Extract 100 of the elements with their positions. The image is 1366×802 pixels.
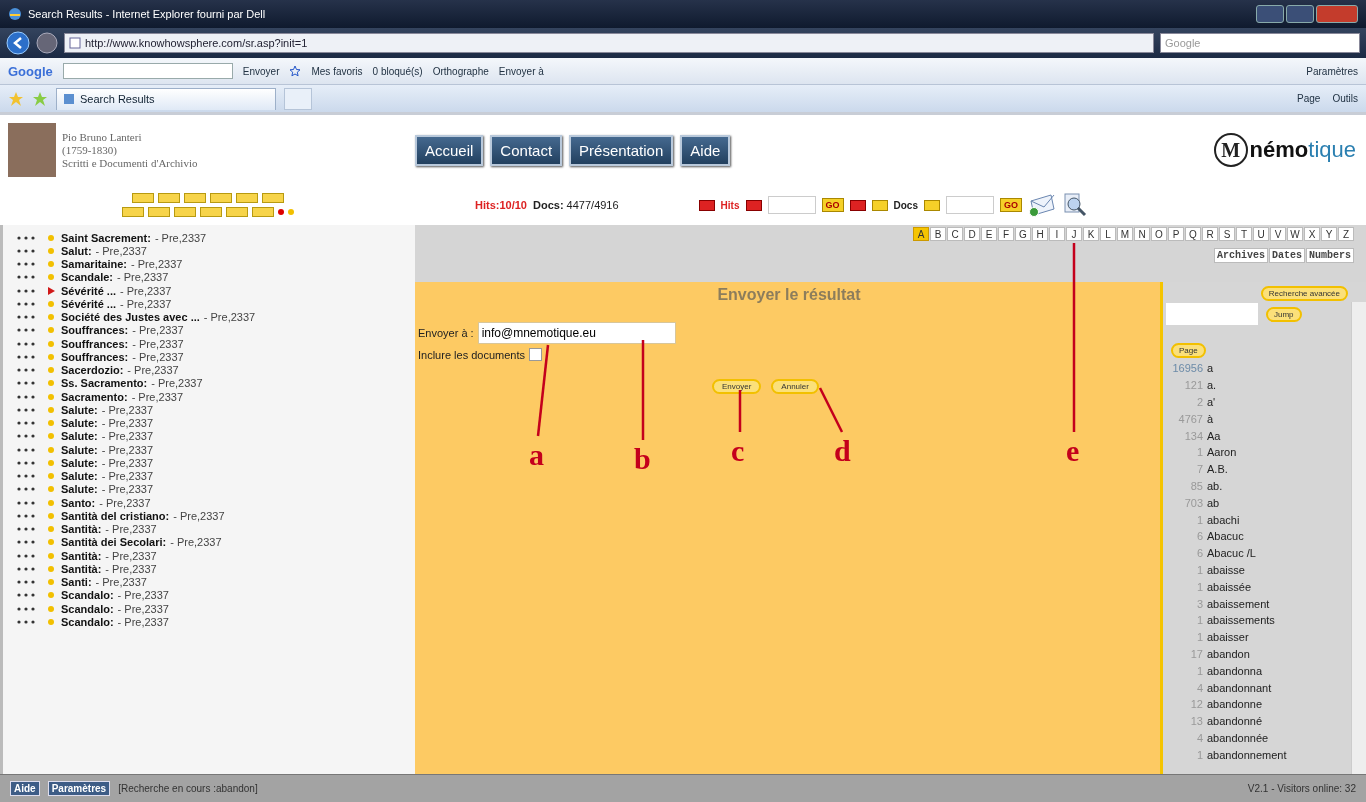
magnifier-icon[interactable] <box>1062 192 1088 218</box>
doc-number-field[interactable] <box>946 196 994 214</box>
index-entry[interactable]: Abacuc /L <box>1207 547 1256 560</box>
tool-button[interactable] <box>131 193 154 203</box>
tool-button[interactable] <box>157 193 180 203</box>
letter-tab[interactable]: M <box>1117 227 1133 241</box>
result-link[interactable]: Scandalo: <box>61 589 114 602</box>
popup-blocker[interactable]: 0 bloqué(s) <box>372 65 423 77</box>
more-icon[interactable] <box>17 328 35 333</box>
letter-tab[interactable]: Y <box>1321 227 1337 241</box>
index-entry[interactable]: abaissée <box>1207 580 1252 593</box>
result-link[interactable]: Salute: <box>61 403 98 416</box>
more-icon[interactable] <box>17 288 35 293</box>
more-icon[interactable] <box>17 474 35 479</box>
view-tab[interactable]: Archives <box>1213 248 1268 263</box>
more-icon[interactable] <box>17 606 35 611</box>
send-to-menu[interactable]: Envoyer à <box>498 65 544 77</box>
cancel-button[interactable]: Annuler <box>771 379 819 394</box>
more-icon[interactable] <box>17 487 35 492</box>
result-link[interactable]: Société des Justes avec ... <box>61 311 200 324</box>
result-link[interactable]: Sacerdozio: <box>61 364 124 377</box>
letter-tab[interactable]: U <box>1253 227 1269 241</box>
index-entry[interactable]: abandonnée <box>1207 731 1269 744</box>
index-entry[interactable]: abandonnement <box>1207 748 1287 761</box>
result-link[interactable]: Santità: <box>61 549 102 562</box>
index-entry[interactable]: a <box>1207 362 1214 375</box>
index-entry[interactable]: ab <box>1207 496 1220 509</box>
index-entry[interactable]: abandonné <box>1207 715 1263 728</box>
more-icon[interactable] <box>17 394 35 399</box>
scrollbar[interactable] <box>1351 302 1366 774</box>
settings-button[interactable]: Paramètres <box>47 781 111 796</box>
result-link[interactable]: Saint Sacrement: <box>61 231 151 244</box>
letter-tab[interactable]: P <box>1168 227 1184 241</box>
result-link[interactable]: Salute: <box>61 483 98 496</box>
first-doc-button[interactable] <box>849 199 866 211</box>
index-entry[interactable]: A.B. <box>1207 463 1228 476</box>
result-link[interactable]: Samaritaine: <box>61 258 128 271</box>
more-icon[interactable] <box>17 619 35 624</box>
hit-number-field[interactable] <box>767 196 816 214</box>
letter-tab[interactable]: K <box>1083 227 1099 241</box>
view-tab[interactable]: Dates <box>1268 248 1305 263</box>
tool-button[interactable] <box>121 207 144 217</box>
index-entry[interactable]: abachi <box>1207 513 1240 526</box>
letter-tab[interactable]: S <box>1219 227 1235 241</box>
letter-tab[interactable]: E <box>981 227 997 241</box>
first-hit-button[interactable] <box>698 199 715 211</box>
result-link[interactable]: Scandalo: <box>61 615 114 628</box>
tool-button[interactable] <box>225 207 248 217</box>
letter-tab[interactable]: O <box>1151 227 1167 241</box>
letter-tab[interactable]: F <box>998 227 1014 241</box>
result-link[interactable]: Santo: <box>61 496 96 509</box>
more-icon[interactable] <box>17 421 35 426</box>
nav-button[interactable]: Présentation <box>569 134 674 166</box>
letter-tab[interactable]: W <box>1287 227 1303 241</box>
more-icon[interactable] <box>17 460 35 465</box>
more-icon[interactable] <box>17 301 35 306</box>
result-link[interactable]: Souffrances: <box>61 324 129 337</box>
letter-tab[interactable]: C <box>947 227 963 241</box>
more-icon[interactable] <box>17 315 35 320</box>
command-menu[interactable]: Page <box>1297 93 1321 104</box>
more-icon[interactable] <box>17 540 35 545</box>
result-link[interactable]: Salute: <box>61 417 98 430</box>
help-button[interactable]: Aide <box>10 781 40 796</box>
search-field[interactable]: Google <box>1160 33 1360 53</box>
index-entry[interactable]: abandonnant <box>1207 681 1272 694</box>
tool-button[interactable] <box>147 207 170 217</box>
prev-doc-button[interactable] <box>871 199 888 211</box>
index-entry[interactable]: abaissements <box>1207 614 1275 627</box>
index-entry[interactable]: abandon <box>1207 647 1250 660</box>
result-link[interactable]: Scandalo: <box>61 602 114 615</box>
letter-tab[interactable]: L <box>1100 227 1116 241</box>
maximize-button[interactable] <box>1286 5 1314 23</box>
result-link[interactable]: Souffrances: <box>61 337 129 350</box>
more-icon[interactable] <box>17 500 35 505</box>
browser-tab[interactable]: Search Results <box>56 87 276 110</box>
more-icon[interactable] <box>17 341 35 346</box>
spelling-menu[interactable]: Orthographe <box>432 65 489 77</box>
index-entry[interactable]: abandonna <box>1207 664 1263 677</box>
tool-button[interactable] <box>235 193 258 203</box>
tool-button[interactable] <box>209 193 232 203</box>
result-link[interactable]: Ss. Sacramento: <box>61 377 148 390</box>
jump-field[interactable] <box>1166 303 1258 325</box>
index-entry[interactable]: abaisse <box>1207 563 1245 576</box>
command-menu[interactable]: Outils <box>1332 93 1358 104</box>
next-hit-button[interactable] <box>745 199 762 211</box>
favorites-menu[interactable]: Mes favoris <box>311 65 363 77</box>
tool-button[interactable] <box>173 207 196 217</box>
index-entry[interactable]: abaissement <box>1207 597 1270 610</box>
nav-button[interactable]: Aide <box>680 134 731 166</box>
index-entry[interactable]: ab. <box>1207 479 1223 492</box>
index-entry[interactable]: Aa <box>1207 429 1221 442</box>
more-icon[interactable] <box>17 553 35 558</box>
letter-tab[interactable]: V <box>1270 227 1286 241</box>
settings-menu[interactable]: Paramètres <box>1306 65 1358 77</box>
result-link[interactable]: Salut: <box>61 244 92 257</box>
advanced-search-button[interactable]: Recherche avancée <box>1260 286 1348 301</box>
address-field[interactable]: http://www.knowhowsphere.com/sr.asp?init=1 <box>64 33 1154 53</box>
more-icon[interactable] <box>17 407 35 412</box>
go-button[interactable]: GO <box>1000 198 1022 212</box>
send-link[interactable]: Envoyer <box>242 65 280 77</box>
